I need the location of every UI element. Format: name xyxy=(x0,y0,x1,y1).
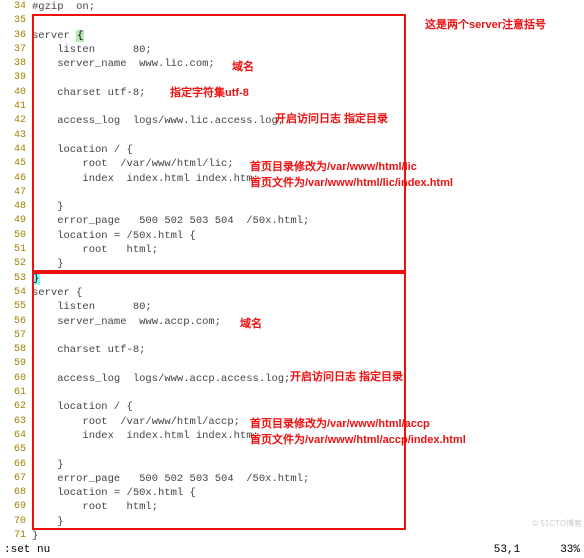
code-line: } xyxy=(32,515,584,529)
code-line: } xyxy=(32,458,584,472)
code-line: access_log logs/www.lic.access.log; xyxy=(32,114,584,128)
code-line xyxy=(32,129,584,143)
code-line xyxy=(32,100,584,114)
code-line: server { xyxy=(32,29,584,43)
line-number: 55 xyxy=(0,300,32,314)
brace-highlight-cursor: } xyxy=(32,273,40,285)
line-number: 46 xyxy=(0,172,32,186)
line-number: 54 xyxy=(0,286,32,300)
code-line: server { xyxy=(32,286,584,300)
line-number: 45 xyxy=(0,157,32,171)
line-number: 43 xyxy=(0,129,32,143)
code-text: server xyxy=(32,30,76,42)
code-line: #gzip on; xyxy=(32,0,584,14)
code-line xyxy=(32,443,584,457)
status-percent: 33% xyxy=(560,544,580,556)
code-line: error_page 500 502 503 504 /50x.html; xyxy=(32,214,584,228)
code-line xyxy=(32,14,584,28)
line-number: 38 xyxy=(0,57,32,71)
code-line: charset utf-8; xyxy=(32,86,584,100)
line-number: 69 xyxy=(0,500,32,514)
line-number: 67 xyxy=(0,472,32,486)
code-line: } xyxy=(32,529,584,543)
line-number: 64 xyxy=(0,429,32,443)
line-number: 63 xyxy=(0,415,32,429)
line-number: 70 xyxy=(0,515,32,529)
line-number: 66 xyxy=(0,458,32,472)
code-line xyxy=(32,329,584,343)
code-line: } xyxy=(32,257,584,271)
line-number: 48 xyxy=(0,200,32,214)
status-position: 53,1 xyxy=(494,544,520,556)
line-number: 47 xyxy=(0,186,32,200)
line-number: 41 xyxy=(0,100,32,114)
line-number: 65 xyxy=(0,443,32,457)
code-line: location = /50x.html { xyxy=(32,229,584,243)
line-number: 52 xyxy=(0,257,32,271)
code-line: root /var/www/html/accp; xyxy=(32,415,584,429)
line-number: 40 xyxy=(0,86,32,100)
code-line xyxy=(32,386,584,400)
watermark: © 51CTO博客 xyxy=(532,518,582,529)
line-number: 57 xyxy=(0,329,32,343)
line-number: 44 xyxy=(0,143,32,157)
line-number: 39 xyxy=(0,71,32,85)
line-number: 50 xyxy=(0,229,32,243)
line-number: 68 xyxy=(0,486,32,500)
line-number: 59 xyxy=(0,357,32,371)
line-number: 49 xyxy=(0,214,32,228)
code-line: index index.html index.htm; xyxy=(32,429,584,443)
code-line xyxy=(32,186,584,200)
line-number: 36 xyxy=(0,29,32,43)
code-line: location = /50x.html { xyxy=(32,486,584,500)
code-line: location / { xyxy=(32,143,584,157)
editor-view[interactable]: 34#gzip on; 35 36server { 37 listen 80; … xyxy=(0,0,584,543)
code-line xyxy=(32,357,584,371)
line-number: 34 xyxy=(0,0,32,14)
line-number: 71 xyxy=(0,529,32,543)
code-line: root html; xyxy=(32,243,584,257)
line-number: 56 xyxy=(0,315,32,329)
code-line: error_page 500 502 503 504 /50x.html; xyxy=(32,472,584,486)
code-line xyxy=(32,71,584,85)
code-line: charset utf-8; xyxy=(32,343,584,357)
code-line: listen 80; xyxy=(32,300,584,314)
code-line: } xyxy=(32,272,584,286)
code-line: root html; xyxy=(32,500,584,514)
code-line: index index.html index.htm; xyxy=(32,172,584,186)
status-bar: :set nu 53,1 33% xyxy=(0,543,584,557)
code-line: root /var/www/html/lic; xyxy=(32,157,584,171)
line-number: 62 xyxy=(0,400,32,414)
status-command: :set nu xyxy=(4,544,50,556)
line-number: 37 xyxy=(0,43,32,57)
line-number: 51 xyxy=(0,243,32,257)
line-number: 42 xyxy=(0,114,32,128)
code-line: } xyxy=(32,200,584,214)
brace-highlight: { xyxy=(76,30,84,42)
line-number: 58 xyxy=(0,343,32,357)
code-line: listen 80; xyxy=(32,43,584,57)
code-line: location / { xyxy=(32,400,584,414)
code-line: server_name www.lic.com; xyxy=(32,57,584,71)
line-number: 53 xyxy=(0,272,32,286)
line-number: 60 xyxy=(0,372,32,386)
code-line: access_log logs/www.accp.access.log; xyxy=(32,372,584,386)
line-number: 61 xyxy=(0,386,32,400)
line-number: 35 xyxy=(0,14,32,28)
code-line: server_name www.accp.com; xyxy=(32,315,584,329)
